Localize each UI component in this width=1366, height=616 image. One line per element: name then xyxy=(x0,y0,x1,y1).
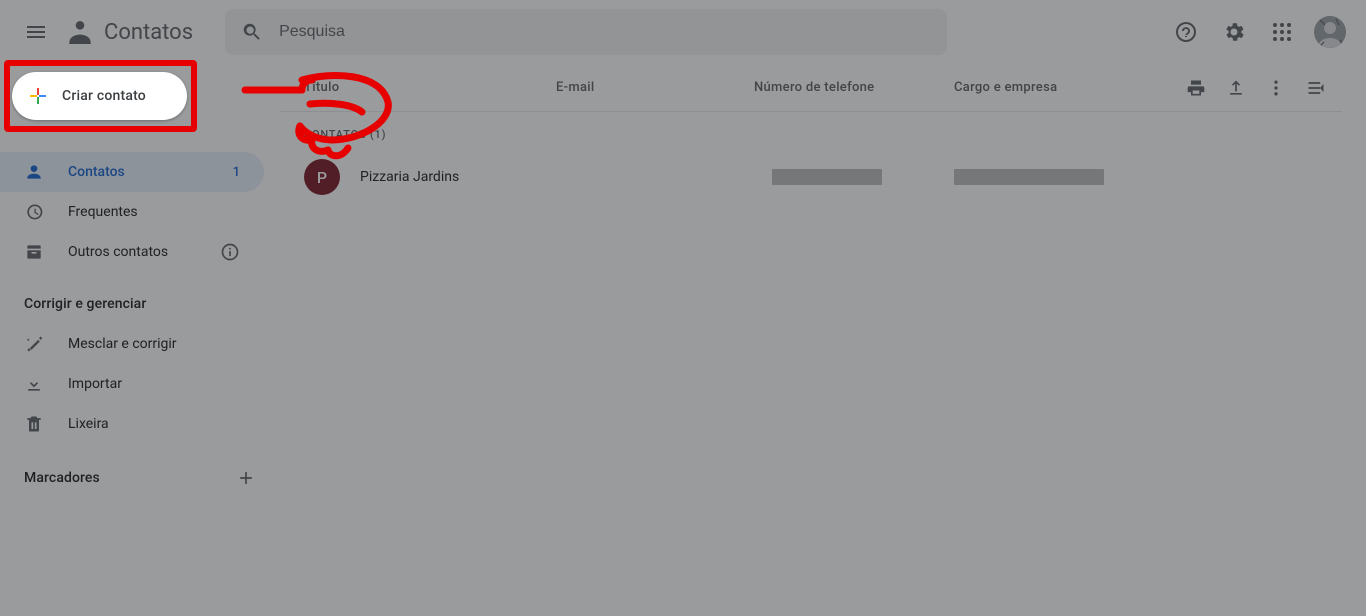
google-plus-icon xyxy=(26,84,50,108)
settings-button[interactable] xyxy=(1214,12,1254,52)
contacts-app-icon xyxy=(64,16,96,48)
contacts-section-label: Contatos (1) xyxy=(280,112,1342,149)
sidebar-manage-list: Mesclar e corrigir Importar Lixeira xyxy=(0,324,280,444)
search-input[interactable] xyxy=(279,23,931,41)
create-contact-label: Criar contato xyxy=(62,88,146,104)
contact-name: Pizzaria Jardins xyxy=(360,169,556,185)
search-bar[interactable] xyxy=(225,9,947,55)
contact-job xyxy=(954,169,1334,185)
hamburger-icon xyxy=(24,20,48,44)
redacted-phone xyxy=(772,169,882,185)
app-title: Contatos xyxy=(104,20,193,45)
history-icon xyxy=(24,202,44,222)
sidebar-item-frequent[interactable]: Frequentes xyxy=(0,192,264,232)
search-icon xyxy=(241,21,263,43)
info-icon[interactable] xyxy=(220,242,240,262)
add-label-icon[interactable] xyxy=(236,468,256,488)
column-header-name: Título xyxy=(304,80,556,95)
export-button[interactable] xyxy=(1218,70,1254,106)
more-vert-icon xyxy=(1266,78,1286,98)
sidebar-item-label: Importar xyxy=(68,376,240,392)
sidebar-nav: Contatos 1 Frequentes Outros contatos xyxy=(0,132,280,272)
column-header-email: E-mail xyxy=(556,80,754,95)
download-icon xyxy=(24,374,44,394)
google-apps-button[interactable] xyxy=(1262,12,1302,52)
print-icon xyxy=(1186,78,1206,98)
sidebar: Criar contato Contatos 1 Frequentes Outr… xyxy=(0,64,280,616)
app-logo[interactable]: Contatos xyxy=(64,16,193,48)
sidebar-section-label: Corrigir e gerenciar xyxy=(24,296,146,312)
user-avatar xyxy=(1314,16,1346,48)
sidebar-item-label: Contatos xyxy=(68,164,209,180)
redacted-job xyxy=(954,169,1104,185)
main-menu-button[interactable] xyxy=(16,12,56,52)
sidebar-section-label: Marcadores xyxy=(24,470,100,486)
help-icon xyxy=(1174,20,1198,44)
sidebar-item-label: Lixeira xyxy=(68,416,240,432)
wand-icon xyxy=(24,334,44,354)
sidebar-section-manage: Corrigir e gerenciar xyxy=(0,272,280,324)
sidebar-item-other-contacts[interactable]: Outros contatos xyxy=(0,232,264,272)
more-button[interactable] xyxy=(1258,70,1294,106)
panel-collapse-icon xyxy=(1306,78,1326,98)
sidebar-item-trash[interactable]: Lixeira xyxy=(0,404,264,444)
sidebar-item-merge-fix[interactable]: Mesclar e corrigir xyxy=(0,324,264,364)
column-header-job: Cargo e empresa xyxy=(954,80,1178,95)
header: Contatos xyxy=(0,0,1366,64)
sidebar-item-label: Outros contatos xyxy=(68,244,188,260)
archive-icon xyxy=(24,242,44,262)
sidebar-item-contacts[interactable]: Contatos 1 xyxy=(0,152,264,192)
create-contact-button[interactable]: Criar contato xyxy=(12,72,187,120)
sidebar-item-label: Mesclar e corrigir xyxy=(68,336,240,352)
contacts-toolbar: Título E-mail Número de telefone Cargo e… xyxy=(280,64,1342,112)
collapse-panel-button[interactable] xyxy=(1298,70,1334,106)
help-button[interactable] xyxy=(1166,12,1206,52)
contact-phone xyxy=(754,169,954,185)
person-icon xyxy=(24,162,44,182)
contact-row[interactable]: P Pizzaria Jardins xyxy=(280,149,1342,205)
trash-icon xyxy=(24,414,44,434)
sidebar-item-import[interactable]: Importar xyxy=(0,364,264,404)
sidebar-item-label: Frequentes xyxy=(68,204,240,220)
print-button[interactable] xyxy=(1178,70,1214,106)
gear-icon xyxy=(1222,20,1246,44)
upload-icon xyxy=(1226,78,1246,98)
account-avatar-button[interactable] xyxy=(1310,12,1350,52)
contact-avatar: P xyxy=(304,159,340,195)
sidebar-item-count: 1 xyxy=(233,165,240,180)
column-header-phone: Número de telefone xyxy=(754,80,954,95)
sidebar-section-labels: Marcadores xyxy=(0,444,280,500)
main-content: Título E-mail Número de telefone Cargo e… xyxy=(280,64,1366,616)
apps-grid-icon xyxy=(1270,20,1294,44)
